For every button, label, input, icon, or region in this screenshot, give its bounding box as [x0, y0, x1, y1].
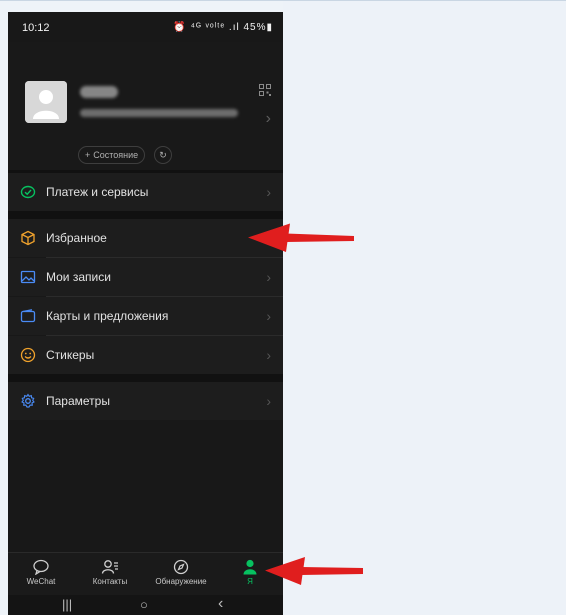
tab-label: Контакты [92, 577, 128, 586]
settings-gear-icon [21, 393, 35, 408]
status-button[interactable]: + Состояние [78, 146, 146, 164]
menu-item-label: Мои записи [46, 270, 111, 284]
refresh-icon[interactable]: ↻ [154, 146, 172, 164]
tab-contacts[interactable]: Контакты [80, 553, 140, 595]
chevron-right-icon: › [266, 393, 271, 409]
blank-canvas-area [283, 1, 566, 615]
stickers-smiley-icon [20, 347, 36, 363]
tab-wechat[interactable]: WeChat [16, 553, 66, 595]
menu-item-payments[interactable]: Платеж и сервисы › [8, 173, 283, 211]
default-avatar-icon [25, 81, 67, 123]
profile-name-redacted [80, 86, 118, 98]
chat-bubble-icon [33, 559, 49, 575]
tab-label: Обнаружение [155, 577, 207, 586]
cards-wallet-icon [20, 309, 36, 323]
menu-item-label: Карты и предложения [46, 309, 169, 323]
android-nav-bar: ||| ○ ‹ [8, 595, 283, 615]
chevron-right-icon: › [266, 308, 271, 324]
back-button[interactable]: ‹ [218, 595, 223, 613]
chevron-right-icon: › [266, 269, 271, 285]
status-indicators: ⏰ ⁴ᴳ ᵛᵒˡᵗᵉ .ıl 45%▮ [173, 22, 273, 33]
home-button[interactable]: ○ [140, 597, 148, 612]
favorites-cube-icon [21, 230, 35, 246]
profile-header[interactable]: › + Состояние ↻ [8, 42, 283, 170]
annotation-arrow-favorites [248, 223, 354, 252]
status-button-label: Состояние [93, 150, 139, 160]
profile-id-redacted [80, 109, 238, 117]
section-separator [8, 374, 283, 382]
menu-item-settings[interactable]: Параметры › [8, 382, 283, 420]
menu-item-stickers[interactable]: Стикеры › [8, 336, 283, 374]
menu-item-label: Избранное [46, 231, 107, 245]
bottom-tab-bar: WeChat Контакты Обнаружение Я [8, 552, 283, 595]
phone-screen: 10:12 ⏰ ⁴ᴳ ᵛᵒˡᵗᵉ .ıl 45%▮ › + Состояние ↻ [8, 12, 283, 615]
tab-label: WeChat [26, 577, 56, 586]
annotation-arrow-me-tab [265, 557, 363, 585]
status-bar: 10:12 ⏰ ⁴ᴳ ᵛᵒˡᵗᵉ .ıl 45%▮ [8, 12, 283, 42]
tab-discover[interactable]: Обнаружение [146, 553, 216, 595]
menu-item-favorites[interactable]: Избранное [8, 219, 283, 257]
menu-item-cards[interactable]: Карты и предложения › [8, 297, 283, 335]
chevron-right-icon: › [266, 347, 271, 363]
me-person-icon [243, 559, 257, 575]
status-time: 10:12 [22, 22, 50, 34]
menu-item-moments[interactable]: Мои записи › [8, 258, 283, 296]
menu-item-label: Платеж и сервисы [46, 185, 149, 199]
discover-compass-icon [173, 559, 189, 575]
qr-code-icon[interactable] [259, 84, 271, 96]
profile-chevron-right-icon: › [265, 110, 271, 127]
recents-button[interactable]: ||| [62, 597, 72, 612]
menu-item-label: Стикеры [46, 348, 95, 362]
menu-item-label: Параметры [46, 394, 110, 408]
plus-icon: + [85, 150, 91, 160]
avatar[interactable] [25, 81, 67, 123]
payment-icon [20, 185, 36, 199]
moments-image-icon [20, 270, 36, 284]
contacts-icon [101, 560, 118, 574]
chevron-right-icon: › [266, 184, 271, 200]
section-separator [8, 211, 283, 219]
